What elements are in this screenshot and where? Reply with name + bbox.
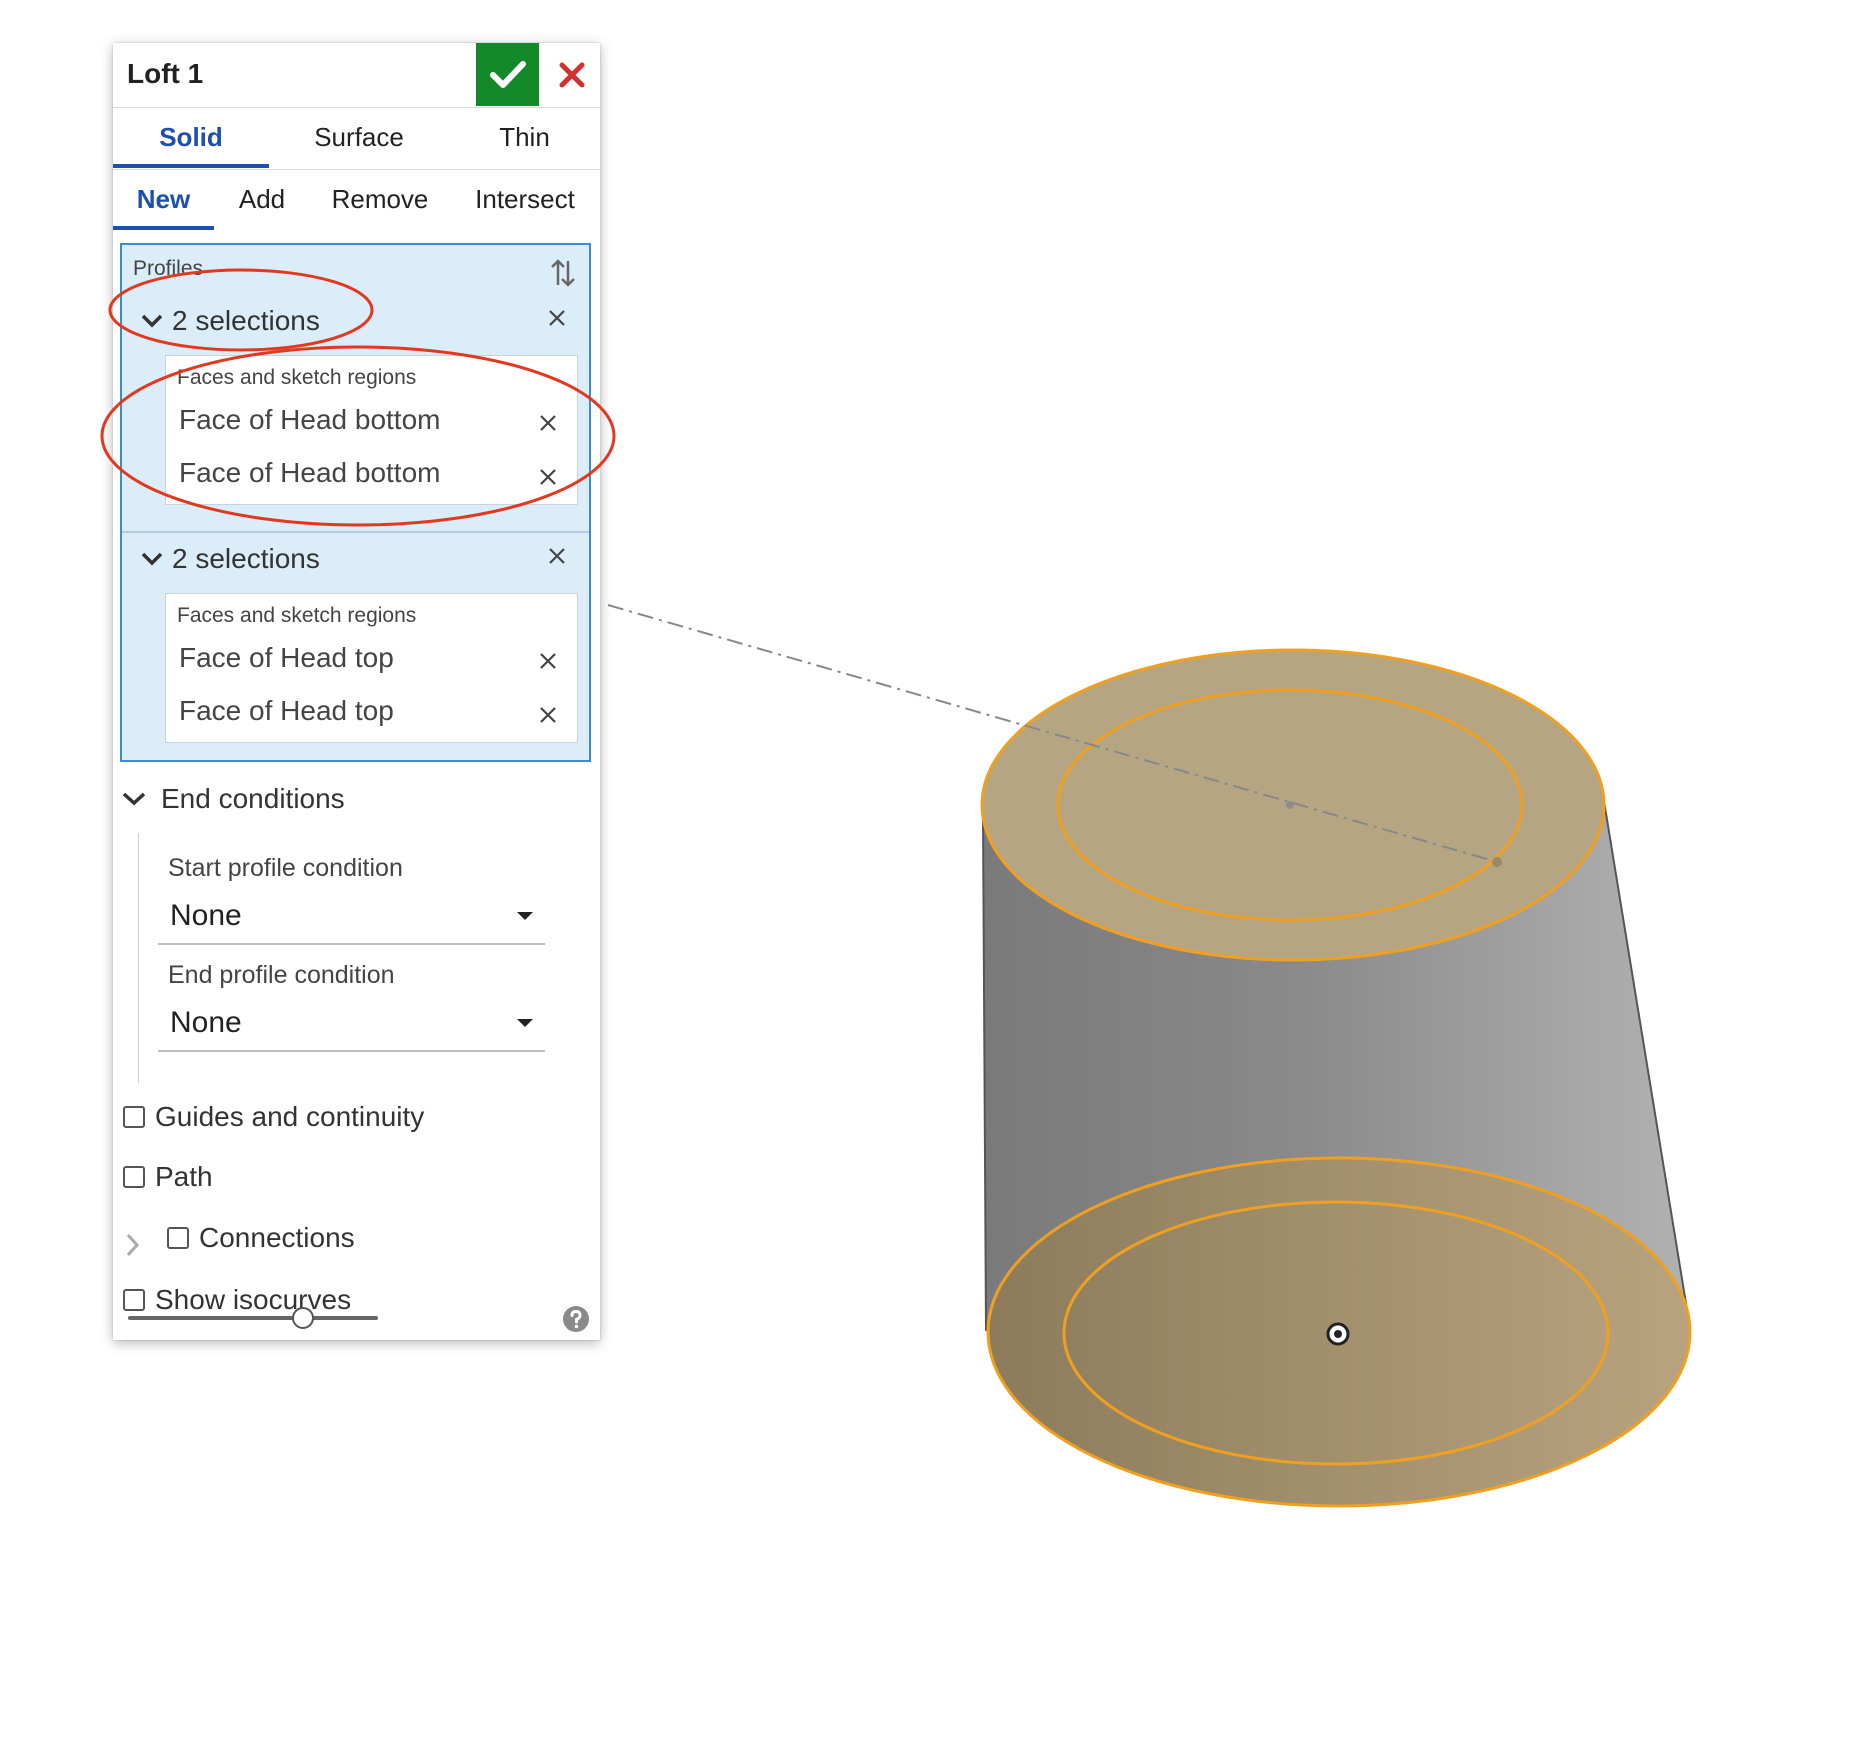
section-indent-line <box>138 833 139 1083</box>
isocurve-density-slider-track[interactable] <box>128 1316 378 1320</box>
tab-add[interactable]: Add <box>214 170 310 228</box>
dropdown-caret-icon <box>517 1019 533 1027</box>
profiles-label: Profiles <box>133 257 204 280</box>
selection-item[interactable]: Face of Head bottom <box>179 404 440 436</box>
profile-selection-group: 2 selections Faces and sketch regions Fa… <box>122 531 589 743</box>
show-isocurves-label: Show isocurves <box>155 1284 352 1315</box>
tab-intersect[interactable]: Intersect <box>450 170 600 228</box>
help-icon[interactable] <box>562 1305 590 1333</box>
path-checkbox[interactable] <box>123 1166 145 1188</box>
selection-group-header[interactable]: 2 selections <box>140 301 320 341</box>
show-isocurves-checkbox[interactable] <box>123 1289 145 1311</box>
leader-end-point <box>1492 857 1502 867</box>
selection-group-header[interactable]: 2 selections <box>140 539 320 579</box>
cancel-button[interactable] <box>543 43 600 106</box>
remove-item-icon[interactable] <box>539 468 557 486</box>
select-value: None <box>170 899 242 932</box>
selection-count: 2 selections <box>172 305 320 336</box>
selection-list-caption: Faces and sketch regions <box>177 366 417 389</box>
close-icon <box>559 62 584 87</box>
clear-selection-icon[interactable] <box>548 547 566 565</box>
body-type-tabs: Solid Surface Thin <box>113 107 600 168</box>
start-profile-condition-label: Start profile condition <box>168 854 403 882</box>
selection-count: 2 selections <box>172 543 320 574</box>
selection-item[interactable]: Face of Head top <box>179 695 394 727</box>
connections-checkbox[interactable] <box>167 1227 189 1249</box>
top-center-point <box>1286 801 1294 809</box>
guides-continuity-label: Guides and continuity <box>155 1101 425 1132</box>
tab-surface[interactable]: Surface <box>269 108 449 166</box>
remove-item-icon[interactable] <box>539 652 557 670</box>
origin-marker-icon[interactable] <box>1326 1322 1350 1346</box>
chevron-right-icon[interactable] <box>125 1232 141 1258</box>
remove-item-icon[interactable] <box>539 414 557 432</box>
tab-remove[interactable]: Remove <box>310 170 450 228</box>
guides-continuity-checkbox[interactable] <box>123 1106 145 1128</box>
dialog-title: Loft 1 <box>127 58 204 89</box>
end-conditions-label: End conditions <box>161 783 345 814</box>
tab-new[interactable]: New <box>113 170 214 230</box>
connections-checkbox-row[interactable]: Connections <box>167 1222 355 1254</box>
chevron-down-icon <box>122 792 146 806</box>
tab-thin[interactable]: Thin <box>449 108 600 166</box>
check-icon <box>489 60 526 88</box>
connections-label: Connections <box>199 1222 355 1253</box>
selection-list: Faces and sketch regions Face of Head bo… <box>165 355 578 505</box>
selection-item[interactable]: Face of Head top <box>179 642 394 674</box>
path-checkbox-row[interactable]: Path <box>123 1161 213 1193</box>
isocurve-density-slider-thumb[interactable] <box>292 1307 314 1329</box>
sort-order-icon[interactable] <box>550 257 576 289</box>
guides-continuity-checkbox-row[interactable]: Guides and continuity <box>123 1101 424 1133</box>
chevron-down-icon <box>141 552 163 566</box>
path-label: Path <box>155 1161 213 1192</box>
remove-item-icon[interactable] <box>539 706 557 724</box>
show-isocurves-checkbox-row[interactable]: Show isocurves <box>123 1284 351 1316</box>
accept-button[interactable] <box>476 43 539 106</box>
select-value: None <box>170 1006 242 1039</box>
start-profile-condition-select[interactable]: None <box>158 891 545 945</box>
end-conditions-header[interactable]: End conditions <box>121 783 345 815</box>
selection-item[interactable]: Face of Head bottom <box>179 457 440 489</box>
chevron-down-icon <box>141 314 163 328</box>
selection-list: Faces and sketch regions Face of Head to… <box>165 593 578 743</box>
selection-list-caption: Faces and sketch regions <box>177 604 417 627</box>
end-profile-condition-label: End profile condition <box>168 961 395 989</box>
clear-selection-icon[interactable] <box>548 309 566 327</box>
end-profile-condition-select[interactable]: None <box>158 998 545 1052</box>
dropdown-caret-icon <box>517 912 533 920</box>
dialog-titlebar: Loft 1 <box>113 43 600 107</box>
operation-tabs: New Add Remove Intersect <box>113 169 600 230</box>
tab-solid[interactable]: Solid <box>113 108 269 168</box>
loft-feature-dialog: Loft 1 Solid Surface Thin New Add Remove… <box>113 43 600 1340</box>
profiles-selection-box[interactable]: Profiles 2 selections Faces and sketch r… <box>120 243 591 762</box>
